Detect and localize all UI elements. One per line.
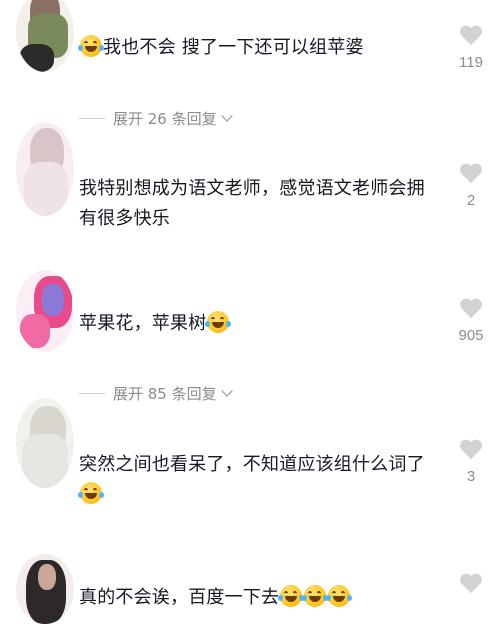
laugh-cry-emoji-icon [78,35,104,57]
avatar[interactable] [16,0,74,72]
chevron-down-icon [220,384,233,397]
laugh-cry-emoji-icon [302,585,329,607]
like-count: 905 [458,327,484,344]
comment-text: 真的不会诶，百度一下去 [79,583,439,613]
like-count: 2 [466,192,476,209]
comment-text: 我也不会 搜了一下还可以组苹婆 [78,33,439,63]
expand-replies-button[interactable]: 展开 85 条回复 [79,383,233,404]
heart-icon [459,26,483,48]
laugh-cry-emoji-icon [326,585,353,607]
like-count: 119 [459,54,483,71]
like-count: 3 [466,468,476,485]
divider [79,118,105,119]
expand-replies-button[interactable]: 展开 26 条回复 [79,108,233,129]
comment-text: 我特别想成为语文老师，感觉语文老师会拥有很多快乐 [79,178,425,229]
heart-icon [459,440,483,462]
laugh-cry-emoji-icon [78,482,104,504]
heart-icon [459,164,483,186]
chevron-down-icon [220,109,233,122]
like-button[interactable]: 2 [448,164,494,209]
replies-label: 展开 85 条回复 [113,385,217,403]
like-button[interactable]: 905 [448,299,494,344]
replies-label: 展开 26 条回复 [113,110,217,128]
heart-icon [459,299,483,321]
laugh-cry-emoji-icon [278,585,305,607]
divider [79,393,105,394]
like-button[interactable]: 3 [448,440,494,485]
laugh-cry-emoji-icon [205,311,232,333]
heart-icon [459,574,483,596]
like-button[interactable] [448,574,494,596]
comment-text: 突然之间也看呆了，不知道应该组什么词了 [78,450,439,510]
comment-text: 苹果花，苹果树 [79,309,439,339]
avatar[interactable] [16,122,74,216]
like-button[interactable]: 119 [448,26,494,71]
avatar[interactable] [16,270,74,352]
avatar[interactable] [16,398,74,488]
